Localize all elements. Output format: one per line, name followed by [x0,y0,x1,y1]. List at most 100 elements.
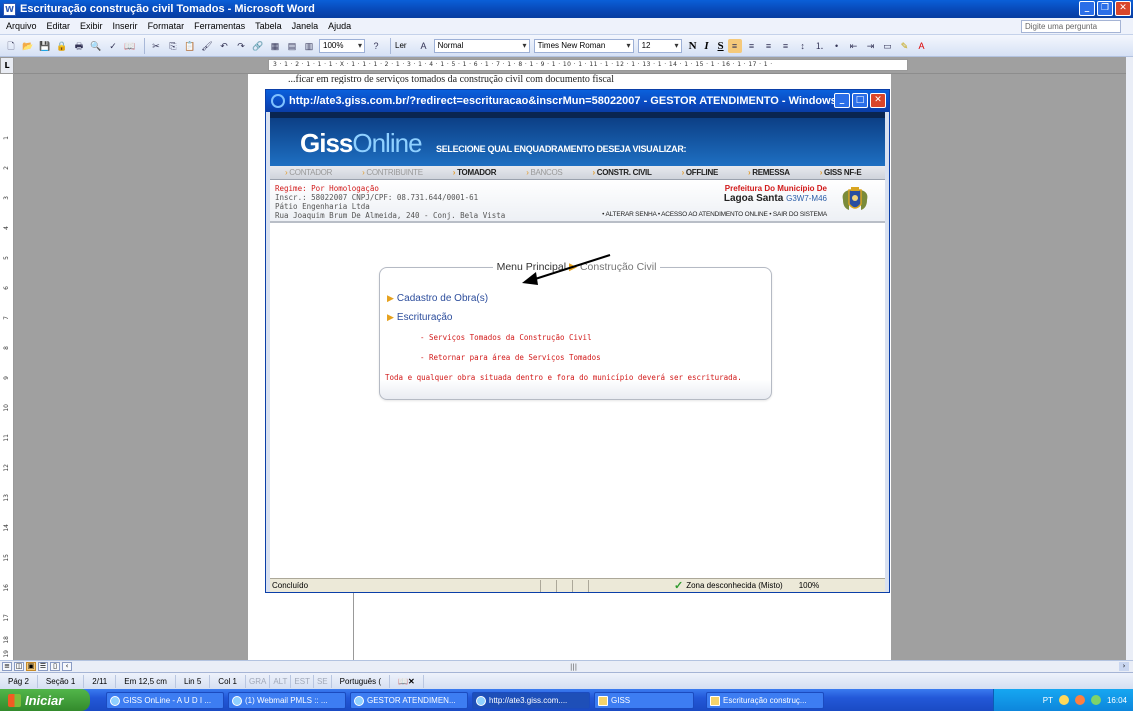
line-spacing-icon[interactable]: ↕ [796,39,810,53]
align-right-icon[interactable]: ≡ [762,39,776,53]
horizontal-ruler[interactable]: 3 · 1 · 2 · 1 · 1 · 1 · X · 1 · 1 · 1 · … [14,57,1126,74]
help-icon[interactable]: ? [369,39,383,53]
status-cell [572,579,588,592]
justify-icon[interactable]: ≡ [779,39,793,53]
bullets-icon[interactable]: • [830,39,844,53]
horizontal-scrollbar[interactable]: ≡ ◫ ▣ ☰ ▯ ‹ ||| › [0,660,1133,672]
highlight-icon[interactable]: ✎ [898,39,912,53]
tab-selector[interactable]: L [0,57,14,74]
cut-icon[interactable]: ✂ [149,39,163,53]
font-color-icon[interactable]: A [915,39,929,53]
align-center-icon[interactable]: ≡ [745,39,759,53]
font-select[interactable]: Times New Roman [533,38,634,53]
open-folder-icon[interactable]: 📂 [21,39,35,53]
toolbar-divider [390,37,391,54]
menu-arquivo[interactable]: Arquivo [0,21,42,31]
research-icon[interactable]: 📖 [123,39,137,53]
normal-view-button[interactable]: ≡ [2,662,12,671]
scroll-right-button[interactable]: › [1119,662,1129,671]
word-titlebar: W Escrituração construção civil Tomados … [0,0,1133,18]
restore-button[interactable]: ❐ [1097,1,1113,16]
ie-icon [354,695,364,706]
zoom-select[interactable]: 100% [319,38,365,53]
italic-button[interactable]: I [700,40,714,52]
antivirus-icon[interactable] [1074,695,1085,705]
bold-button[interactable]: N [686,40,700,52]
task-label: GISS OnLine - A U D I ... [123,695,212,705]
status-rec[interactable]: GRA [246,674,271,688]
scroll-grip[interactable]: ||| [570,663,577,671]
insert-table-icon[interactable]: ▤ [285,39,299,53]
undo-icon[interactable]: ↶ [217,39,231,53]
menu-ferramentas[interactable]: Ferramentas [189,21,250,31]
outline-view-button[interactable]: ☰ [38,662,48,671]
save-icon[interactable]: 💾 [38,39,52,53]
language-indicator[interactable]: PT [1043,696,1053,705]
print-preview-icon[interactable]: 🔍 [89,39,103,53]
scroll-left-button[interactable]: ‹ [62,662,72,671]
word-app-icon[interactable]: W [3,2,16,16]
underline-button[interactable]: S [714,40,728,52]
print-icon[interactable]: 🖶 [72,39,86,53]
start-button[interactable]: Iniciar [0,689,90,711]
vruler-number: 12 [3,464,10,472]
vertical-scrollbar[interactable] [1126,57,1133,660]
copy-icon[interactable]: ⎘ [166,39,180,53]
ie-minimize-button[interactable]: _ [834,93,850,108]
increase-indent-icon[interactable]: ⇥ [864,39,878,53]
close-button[interactable]: ✕ [1115,1,1131,16]
status-ovr[interactable]: SE [314,674,332,688]
vertical-ruler[interactable]: 1 2 3 4 5 6 7 8 9 10 11 12 13 14 15 16 1… [0,74,14,660]
status-trk[interactable]: ALT [270,674,292,688]
task-giss-audi[interactable]: GISS OnLine - A U D I ... [106,691,224,709]
network-icon[interactable] [1058,695,1069,705]
task-giss-folder[interactable]: GISS [594,691,694,709]
menu-editar[interactable]: Editar [42,21,76,31]
hyperlink-icon[interactable]: 🔗 [251,39,265,53]
task-webmail[interactable]: (1) Webmail PMLS :: ... [228,691,346,709]
align-left-icon[interactable]: ≡ [727,38,742,53]
spelling-icon[interactable]: ✓ [106,39,120,53]
numbering-icon[interactable]: ⒈ [813,39,827,53]
tables-icon[interactable]: ▦ [268,39,282,53]
start-label: Iniciar [25,692,64,708]
web-view-button[interactable]: ◫ [14,662,24,671]
read-button[interactable]: Ler [395,41,407,50]
menu-inserir[interactable]: Inserir [108,21,143,31]
format-painter-icon[interactable]: 🖌 [200,39,214,53]
minimize-button[interactable]: _ [1079,1,1095,16]
paste-icon[interactable]: 📋 [183,39,197,53]
status-cell [556,579,572,592]
styles-icon[interactable]: A [417,39,431,53]
document-map-icon[interactable]: ▥ [302,39,316,53]
status-ext[interactable]: EST [291,674,314,688]
menu-formatar[interactable]: Formatar [143,21,190,31]
decrease-indent-icon[interactable]: ⇤ [847,39,861,53]
security-zone[interactable]: ✓ Zona desconhecida (Misto) [674,579,783,592]
ie-maximize-button[interactable]: □ [852,93,868,108]
new-document-icon[interactable]: 🗋 [4,39,18,53]
task-gestor[interactable]: GESTOR ATENDIMEN... [350,691,468,709]
reading-view-button[interactable]: ▯ [50,662,60,671]
menu-janela[interactable]: Janela [287,21,324,31]
style-select[interactable]: Normal [433,38,530,53]
ie-close-button[interactable]: ✕ [870,93,886,108]
menu-ajuda[interactable]: Ajuda [323,21,356,31]
redo-icon[interactable]: ↷ [234,39,248,53]
volume-icon[interactable] [1090,695,1101,705]
border-icon[interactable]: ▭ [881,39,895,53]
status-line: Lin 5 [176,674,211,688]
status-language[interactable]: Português ( [332,674,390,688]
status-col: Col 1 [210,674,246,688]
spelling-status-icon[interactable]: 📖✕ [390,674,424,688]
ie-zoom[interactable]: 100% [799,581,819,590]
permission-icon[interactable]: 🔒 [55,39,69,53]
task-ate3[interactable]: http://ate3.giss.com.... [472,691,590,709]
task-word-doc[interactable]: Escrituração construç... [706,691,824,709]
font-size-select[interactable]: 12 [637,38,682,53]
menu-tabela[interactable]: Tabela [250,21,287,31]
ask-question-input[interactable]: Digite uma pergunta [1021,20,1121,33]
print-layout-button[interactable]: ▣ [26,662,36,671]
clock: 16:04 [1106,695,1127,705]
menu-exibir[interactable]: Exibir [75,21,108,31]
